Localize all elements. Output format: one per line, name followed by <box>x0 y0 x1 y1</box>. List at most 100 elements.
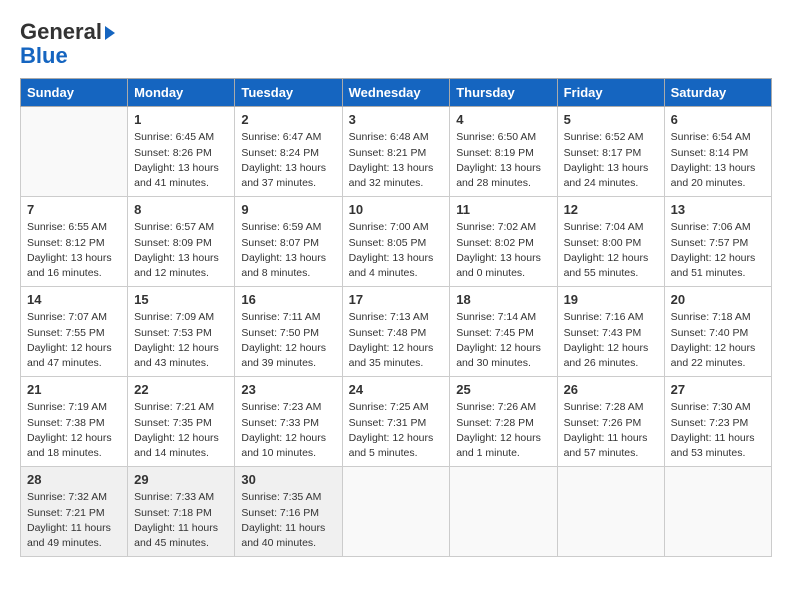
day-number: 8 <box>134 202 228 217</box>
page-header: General Blue <box>20 20 772 68</box>
week-row-5: 28 Sunrise: 7:32 AM Sunset: 7:21 PM Dayli… <box>21 467 772 557</box>
calendar-cell: 9 Sunrise: 6:59 AM Sunset: 8:07 PM Daylig… <box>235 197 342 287</box>
day-number: 24 <box>349 382 444 397</box>
day-number: 23 <box>241 382 335 397</box>
calendar-cell: 2 Sunrise: 6:47 AM Sunset: 8:24 PM Daylig… <box>235 107 342 197</box>
calendar-cell: 28 Sunrise: 7:32 AM Sunset: 7:21 PM Dayli… <box>21 467 128 557</box>
day-number: 25 <box>456 382 550 397</box>
day-info: Sunrise: 7:30 AM Sunset: 7:23 PM Dayligh… <box>671 400 765 461</box>
calendar-cell: 18 Sunrise: 7:14 AM Sunset: 7:45 PM Dayli… <box>450 287 557 377</box>
day-number: 10 <box>349 202 444 217</box>
calendar-cell: 5 Sunrise: 6:52 AM Sunset: 8:17 PM Daylig… <box>557 107 664 197</box>
day-number: 27 <box>671 382 765 397</box>
calendar-header-row: SundayMondayTuesdayWednesdayThursdayFrid… <box>21 79 772 107</box>
calendar-cell: 30 Sunrise: 7:35 AM Sunset: 7:16 PM Dayli… <box>235 467 342 557</box>
day-number: 28 <box>27 472 121 487</box>
day-number: 21 <box>27 382 121 397</box>
calendar-table: SundayMondayTuesdayWednesdayThursdayFrid… <box>20 78 772 557</box>
day-number: 29 <box>134 472 228 487</box>
day-info: Sunrise: 6:45 AM Sunset: 8:26 PM Dayligh… <box>134 130 228 191</box>
day-info: Sunrise: 7:04 AM Sunset: 8:00 PM Dayligh… <box>564 220 658 281</box>
day-info: Sunrise: 6:47 AM Sunset: 8:24 PM Dayligh… <box>241 130 335 191</box>
day-info: Sunrise: 7:11 AM Sunset: 7:50 PM Dayligh… <box>241 310 335 371</box>
day-info: Sunrise: 7:14 AM Sunset: 7:45 PM Dayligh… <box>456 310 550 371</box>
day-number: 16 <box>241 292 335 307</box>
day-number: 18 <box>456 292 550 307</box>
day-info: Sunrise: 7:06 AM Sunset: 7:57 PM Dayligh… <box>671 220 765 281</box>
day-number: 22 <box>134 382 228 397</box>
day-number: 2 <box>241 112 335 127</box>
col-header-wednesday: Wednesday <box>342 79 450 107</box>
calendar-cell <box>557 467 664 557</box>
calendar-cell <box>21 107 128 197</box>
day-number: 7 <box>27 202 121 217</box>
day-info: Sunrise: 7:32 AM Sunset: 7:21 PM Dayligh… <box>27 490 121 551</box>
day-info: Sunrise: 6:57 AM Sunset: 8:09 PM Dayligh… <box>134 220 228 281</box>
col-header-sunday: Sunday <box>21 79 128 107</box>
calendar-cell: 6 Sunrise: 6:54 AM Sunset: 8:14 PM Daylig… <box>664 107 771 197</box>
calendar-cell: 21 Sunrise: 7:19 AM Sunset: 7:38 PM Dayli… <box>21 377 128 467</box>
calendar-cell: 24 Sunrise: 7:25 AM Sunset: 7:31 PM Dayli… <box>342 377 450 467</box>
calendar-cell <box>342 467 450 557</box>
week-row-4: 21 Sunrise: 7:19 AM Sunset: 7:38 PM Dayli… <box>21 377 772 467</box>
calendar-cell: 16 Sunrise: 7:11 AM Sunset: 7:50 PM Dayli… <box>235 287 342 377</box>
day-number: 11 <box>456 202 550 217</box>
day-info: Sunrise: 7:33 AM Sunset: 7:18 PM Dayligh… <box>134 490 228 551</box>
week-row-2: 7Sunrise: 6:55 AM Sunset: 8:12 PM Daylig… <box>21 197 772 287</box>
calendar-cell: 15 Sunrise: 7:09 AM Sunset: 7:53 PM Dayli… <box>128 287 235 377</box>
calendar-cell: 10 Sunrise: 7:00 AM Sunset: 8:05 PM Dayli… <box>342 197 450 287</box>
calendar-cell: 22 Sunrise: 7:21 AM Sunset: 7:35 PM Dayli… <box>128 377 235 467</box>
day-info: Sunrise: 7:00 AM Sunset: 8:05 PM Dayligh… <box>349 220 444 281</box>
day-number: 9 <box>241 202 335 217</box>
day-info: Sunrise: 7:19 AM Sunset: 7:38 PM Dayligh… <box>27 400 121 461</box>
calendar-cell: 27 Sunrise: 7:30 AM Sunset: 7:23 PM Dayli… <box>664 377 771 467</box>
day-number: 4 <box>456 112 550 127</box>
day-info: Sunrise: 7:02 AM Sunset: 8:02 PM Dayligh… <box>456 220 550 281</box>
col-header-thursday: Thursday <box>450 79 557 107</box>
calendar-cell: 29 Sunrise: 7:33 AM Sunset: 7:18 PM Dayli… <box>128 467 235 557</box>
calendar-cell: 17 Sunrise: 7:13 AM Sunset: 7:48 PM Dayli… <box>342 287 450 377</box>
calendar-cell: 1 Sunrise: 6:45 AM Sunset: 8:26 PM Daylig… <box>128 107 235 197</box>
calendar-cell: 14Sunrise: 7:07 AM Sunset: 7:55 PM Dayli… <box>21 287 128 377</box>
day-info: Sunrise: 6:59 AM Sunset: 8:07 PM Dayligh… <box>241 220 335 281</box>
calendar-cell: 20Sunrise: 7:18 AM Sunset: 7:40 PM Dayli… <box>664 287 771 377</box>
day-info: Sunrise: 7:25 AM Sunset: 7:31 PM Dayligh… <box>349 400 444 461</box>
day-number: 15 <box>134 292 228 307</box>
day-info: Sunrise: 7:28 AM Sunset: 7:26 PM Dayligh… <box>564 400 658 461</box>
day-number: 3 <box>349 112 444 127</box>
calendar-cell: 26 Sunrise: 7:28 AM Sunset: 7:26 PM Dayli… <box>557 377 664 467</box>
col-header-monday: Monday <box>128 79 235 107</box>
calendar-cell: 11 Sunrise: 7:02 AM Sunset: 8:02 PM Dayli… <box>450 197 557 287</box>
logo-blue-text: Blue <box>20 44 68 68</box>
logo: General Blue <box>20 20 115 68</box>
week-row-3: 14Sunrise: 7:07 AM Sunset: 7:55 PM Dayli… <box>21 287 772 377</box>
calendar-cell <box>450 467 557 557</box>
day-number: 19 <box>564 292 658 307</box>
day-info: Sunrise: 7:16 AM Sunset: 7:43 PM Dayligh… <box>564 310 658 371</box>
day-info: Sunrise: 7:21 AM Sunset: 7:35 PM Dayligh… <box>134 400 228 461</box>
day-number: 20 <box>671 292 765 307</box>
calendar-cell: 19 Sunrise: 7:16 AM Sunset: 7:43 PM Dayli… <box>557 287 664 377</box>
day-info: Sunrise: 6:54 AM Sunset: 8:14 PM Dayligh… <box>671 130 765 191</box>
logo-arrow-icon <box>105 26 115 40</box>
day-number: 6 <box>671 112 765 127</box>
day-number: 5 <box>564 112 658 127</box>
day-info: Sunrise: 6:52 AM Sunset: 8:17 PM Dayligh… <box>564 130 658 191</box>
calendar-cell: 13 Sunrise: 7:06 AM Sunset: 7:57 PM Dayli… <box>664 197 771 287</box>
day-info: Sunrise: 7:13 AM Sunset: 7:48 PM Dayligh… <box>349 310 444 371</box>
calendar-cell: 7Sunrise: 6:55 AM Sunset: 8:12 PM Daylig… <box>21 197 128 287</box>
calendar-cell: 23 Sunrise: 7:23 AM Sunset: 7:33 PM Dayli… <box>235 377 342 467</box>
week-row-1: 1 Sunrise: 6:45 AM Sunset: 8:26 PM Daylig… <box>21 107 772 197</box>
col-header-tuesday: Tuesday <box>235 79 342 107</box>
col-header-friday: Friday <box>557 79 664 107</box>
day-number: 30 <box>241 472 335 487</box>
day-number: 13 <box>671 202 765 217</box>
calendar-cell <box>664 467 771 557</box>
day-number: 26 <box>564 382 658 397</box>
day-number: 17 <box>349 292 444 307</box>
day-info: Sunrise: 7:35 AM Sunset: 7:16 PM Dayligh… <box>241 490 335 551</box>
day-info: Sunrise: 7:23 AM Sunset: 7:33 PM Dayligh… <box>241 400 335 461</box>
day-number: 1 <box>134 112 228 127</box>
calendar-cell: 3Sunrise: 6:48 AM Sunset: 8:21 PM Daylig… <box>342 107 450 197</box>
day-info: Sunrise: 7:09 AM Sunset: 7:53 PM Dayligh… <box>134 310 228 371</box>
